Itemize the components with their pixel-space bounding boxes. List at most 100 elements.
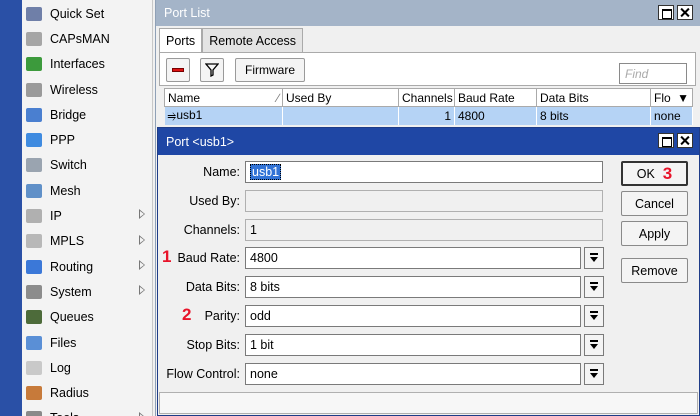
tab-remote-access[interactable]: Remote Access — [202, 28, 304, 52]
sidebar-item-label: Log — [50, 360, 71, 375]
wireless-icon — [22, 77, 46, 102]
column-flow[interactable]: Flo ▼ — [650, 88, 693, 107]
flow-control-label: Flow Control: — [166, 367, 240, 381]
row-flow: none — [650, 106, 693, 125]
submenu-arrow-icon — [139, 285, 145, 296]
sidebar-item-bridge[interactable]: Bridge — [22, 102, 153, 127]
ppp-icon — [22, 128, 46, 153]
remove-button[interactable] — [166, 58, 190, 82]
submenu-arrow-icon — [139, 234, 145, 245]
data-bits-row: Data Bits: 8 bits — [158, 276, 618, 298]
sidebar-item-queues[interactable]: Queues — [22, 305, 153, 330]
port-list-titlebar[interactable]: Port List — [156, 0, 700, 26]
sidebar-item-mpls[interactable]: MPLS — [22, 229, 153, 254]
flow-control-dropdown-icon[interactable] — [584, 363, 604, 385]
maximize-icon[interactable] — [658, 5, 674, 20]
stop-bits-field[interactable]: 1 bit — [245, 334, 581, 356]
interfaces-icon — [22, 52, 46, 77]
baud-rate-dropdown-icon[interactable] — [584, 247, 604, 269]
submenu-arrow-icon — [139, 260, 145, 270]
switch-icon — [22, 153, 46, 178]
channels-field: 1 — [245, 219, 603, 241]
row-channels: 1 — [398, 106, 455, 125]
firmware-button[interactable]: Firmware — [235, 58, 305, 82]
baud-rate-row: 1 Baud Rate: 4800 — [158, 247, 618, 269]
row-name: usb1 — [176, 108, 203, 123]
tools-icon — [22, 406, 46, 416]
sidebar-item-label: PPP — [50, 133, 76, 148]
tab-ports[interactable]: Ports — [159, 28, 203, 52]
sidebar-item-capsman[interactable]: CAPsMAN — [22, 26, 153, 51]
port-icon: ⥤ — [167, 110, 177, 123]
column-data-bits[interactable]: Data Bits — [536, 88, 651, 107]
channels-row: Channels: 1 — [158, 219, 618, 241]
find-input[interactable]: Find — [619, 63, 687, 84]
column-dropdown-icon[interactable]: ▼ — [677, 91, 689, 105]
sidebar-strip — [0, 0, 22, 416]
column-used-by[interactable]: Used By — [282, 88, 399, 107]
sidebar-item-files[interactable]: Files — [22, 330, 153, 355]
sidebar-item-label: Bridge — [50, 107, 87, 122]
sidebar-item-label: Interfaces — [50, 57, 105, 72]
sidebar-item-label: Quick Set — [50, 6, 105, 21]
sidebar-item-tools[interactable]: Tools — [22, 406, 153, 416]
ok-button[interactable]: OK 3 — [621, 161, 688, 186]
sidebar-item-switch[interactable]: Switch — [22, 153, 153, 178]
maximize-icon[interactable] — [658, 133, 674, 148]
sidebar-item-ip[interactable]: IP — [22, 203, 153, 228]
close-icon[interactable] — [677, 5, 693, 20]
filter-icon — [205, 63, 219, 77]
dialog-titlebar[interactable]: Port <usb1> — [158, 128, 699, 155]
sidebar-item-radius[interactable]: Radius — [22, 381, 153, 406]
row-baud-rate: 4800 — [454, 106, 537, 125]
sidebar-item-interfaces[interactable]: Interfaces — [22, 52, 153, 77]
sidebar-item-routing[interactable]: Routing — [22, 254, 153, 279]
sidebar-item-log[interactable]: Log — [22, 355, 153, 380]
dialog-title: Port <usb1> — [166, 134, 235, 149]
system-icon — [22, 279, 46, 304]
flow-control-row: Flow Control: none — [158, 363, 618, 385]
annotation-3: 3 — [662, 163, 673, 183]
sidebar-item-label: MPLS — [50, 234, 85, 249]
sidebar-item-label: Queues — [50, 310, 94, 325]
table-row[interactable]: ⥤usb1 1 4800 8 bits none — [164, 106, 693, 125]
flow-control-field[interactable]: none — [245, 363, 581, 385]
baud-rate-field[interactable]: 4800 — [245, 247, 581, 269]
remove-button[interactable]: Remove — [621, 258, 688, 283]
sidebar-item-wireless[interactable]: Wireless — [22, 77, 153, 102]
sidebar-item-system[interactable]: System — [22, 279, 153, 304]
sidebar-item-label: Switch — [50, 158, 87, 173]
column-channels[interactable]: Channels — [398, 88, 455, 107]
data-bits-dropdown-icon[interactable] — [584, 276, 604, 298]
used-by-label: Used By: — [189, 194, 240, 208]
close-icon[interactable] — [677, 133, 693, 148]
parity-label: Parity: — [204, 309, 240, 323]
row-used-by — [282, 106, 399, 125]
parity-dropdown-icon[interactable] — [584, 305, 604, 327]
column-baud-rate[interactable]: Baud Rate — [454, 88, 537, 107]
name-field[interactable]: usb1 — [245, 161, 603, 183]
cancel-button[interactable]: Cancel — [621, 191, 688, 216]
log-icon — [22, 355, 46, 380]
channels-label: Channels: — [183, 223, 240, 237]
sidebar-item-label: Files — [50, 335, 77, 350]
sidebar-item-mesh[interactable]: Mesh — [22, 178, 153, 203]
capsman-icon — [22, 26, 46, 51]
data-bits-field[interactable]: 8 bits — [245, 276, 581, 298]
files-icon — [22, 330, 46, 355]
filter-button[interactable] — [200, 58, 224, 82]
stop-bits-dropdown-icon[interactable] — [584, 334, 604, 356]
row-data-bits: 8 bits — [536, 106, 651, 125]
parity-row: 2 Parity: odd — [158, 305, 618, 327]
submenu-arrow-icon — [139, 411, 145, 416]
radius-icon — [22, 381, 46, 406]
apply-button[interactable]: Apply — [621, 221, 688, 246]
parity-field[interactable]: odd — [245, 305, 581, 327]
sidebar-item-ppp[interactable]: PPP — [22, 128, 153, 153]
table-header: Name ∕ Used By Channels Baud Rate Data Bi… — [164, 88, 693, 107]
ip-icon — [22, 203, 46, 228]
sidebar-item-label: Tools — [50, 411, 79, 416]
sidebar-item-quick-set[interactable]: Quick Set — [22, 1, 153, 26]
name-row: Name: usb1 — [158, 161, 618, 183]
column-name[interactable]: Name ∕ — [164, 88, 283, 107]
